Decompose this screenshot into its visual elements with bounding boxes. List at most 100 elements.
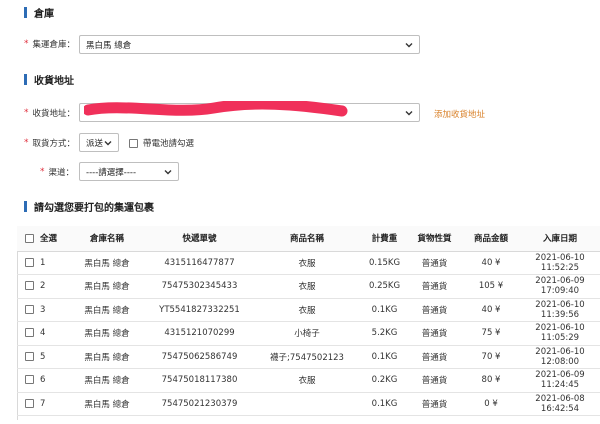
cell-amount: 80 ¥ xyxy=(462,368,520,393)
chevron-down-icon xyxy=(404,108,414,118)
column-header-warehouse: 倉庫名稱 xyxy=(67,226,147,252)
column-header-date: 入庫日期 xyxy=(520,226,600,252)
required-marker: * xyxy=(24,108,29,118)
row-select-cell[interactable]: 6 xyxy=(17,368,67,393)
cell-nature: 普通貨 xyxy=(407,321,462,346)
warehouse-section-title: 倉庫 xyxy=(24,5,54,20)
row-checkbox[interactable] xyxy=(25,304,34,314)
select-all-label: 全選 xyxy=(40,234,58,245)
packages-table-body: 1 黑白馬 總倉 4315116477877 衣服 0.15KG 普通貨 40 ¥2021-… xyxy=(17,251,600,416)
cell-nature: 普通貨 xyxy=(407,274,462,299)
cell-warehouse: 黑白馬 總倉 xyxy=(67,251,147,275)
cell-date: 2021-06-09 17:09:40 xyxy=(520,274,600,299)
cell-date: 2021-06-10 11:05:29 xyxy=(520,321,600,346)
packages-table: 全選 倉庫名稱 快遞單號 商品名稱 計費重 貨物性質 商品金額 入庫日期 1 黑白… xyxy=(17,226,600,416)
table-row[interactable]: 1 黑白馬 總倉 4315116477877 衣服 0.15KG 普通貨 40 ¥2021-… xyxy=(17,251,600,275)
channel-field-label: 渠道： xyxy=(48,168,75,178)
row-checkbox[interactable] xyxy=(25,257,34,267)
pickup-field-label: 取貨方式： xyxy=(32,139,76,149)
cell-weight: 0.2KG xyxy=(362,368,407,393)
column-header-nature: 貨物性質 xyxy=(407,226,462,252)
cell-weight: 0.25KG xyxy=(362,274,407,299)
row-select-cell[interactable]: 7 xyxy=(17,392,67,416)
pickup-method-select[interactable]: 派送 xyxy=(79,133,119,152)
cell-tracking: 4315116477877 xyxy=(147,251,252,275)
battery-checkbox[interactable] xyxy=(129,138,138,148)
cell-nature: 普通貨 xyxy=(407,251,462,275)
cell-date: 2021-06-08 16:42:54 xyxy=(520,392,600,416)
column-header-product: 商品名稱 xyxy=(252,226,362,252)
cell-warehouse: 黑白馬 總倉 xyxy=(67,298,147,322)
row-select-cell[interactable]: 3 xyxy=(17,298,67,322)
cell-tracking: YT5541827332251 xyxy=(147,298,252,322)
cell-date: 2021-06-10 12:08:00 xyxy=(520,345,600,369)
table-row[interactable]: 2 黑白馬 總倉 75475302345433 衣服 0.25KG 普通貨 105 ¥202… xyxy=(17,274,600,299)
cell-amount: 75 ¥ xyxy=(462,321,520,346)
cell-date: 2021-06-10 11:52:25 xyxy=(520,251,600,275)
address-section-label: 收貨地址 xyxy=(34,76,74,87)
cell-tracking: 4315121070299 xyxy=(147,321,252,346)
redaction-scribble xyxy=(84,101,348,117)
address-field-row: * 收貨地址： xyxy=(24,107,75,119)
cell-nature: 普通貨 xyxy=(407,368,462,393)
row-checkbox[interactable] xyxy=(25,328,34,338)
chevron-down-icon xyxy=(103,138,113,148)
battery-checkbox-label: 帶電池請勾選 xyxy=(143,139,195,149)
column-header-amount: 商品金額 xyxy=(462,226,520,252)
row-number: 3 xyxy=(40,304,46,315)
section-accent-bar xyxy=(24,201,27,212)
required-marker: * xyxy=(40,167,45,177)
row-checkbox[interactable] xyxy=(25,375,34,385)
row-select-cell[interactable]: 1 xyxy=(17,251,67,275)
cell-date: 2021-06-10 11:39:56 xyxy=(520,298,600,322)
section-accent-bar xyxy=(24,74,27,85)
warehouse-select-value: 黑白馬 總倉 xyxy=(86,40,132,51)
cell-warehouse: 黑白馬 總倉 xyxy=(67,321,147,346)
packages-section-label: 請勾選您要打包的集運包裹 xyxy=(34,203,154,214)
channel-select[interactable]: ----請選擇---- xyxy=(79,162,179,181)
cell-product xyxy=(252,392,362,416)
row-checkbox[interactable] xyxy=(25,281,34,291)
cell-nature: 普通貨 xyxy=(407,392,462,416)
chevron-down-icon xyxy=(163,167,173,177)
cell-warehouse: 黑白馬 總倉 xyxy=(67,274,147,299)
row-number: 4 xyxy=(40,328,46,339)
cell-product: 衣服 xyxy=(252,251,362,275)
cell-warehouse: 黑白馬 總倉 xyxy=(67,345,147,369)
required-marker: * xyxy=(24,138,29,148)
cell-tracking: 75475018117380 xyxy=(147,368,252,393)
channel-select-value: ----請選擇---- xyxy=(86,167,137,178)
table-row[interactable]: 3 黑白馬 總倉 YT5541827332251 衣服 0.1KG 普通貨 40 ¥2021… xyxy=(17,298,600,322)
channel-field-row: * 渠道： xyxy=(40,166,74,178)
table-row[interactable]: 7 黑白馬 總倉 75475021230379 0.1KG 普通貨 0 ¥2021-06-… xyxy=(17,392,600,416)
pickup-field-row: * 取貨方式： xyxy=(24,137,75,149)
address-field-label: 收貨地址： xyxy=(32,109,76,119)
table-row[interactable]: 4 黑白馬 總倉 4315121070299 小椅子 5.2KG 普通貨 75 ¥2021-… xyxy=(17,321,600,346)
select-all-checkbox[interactable] xyxy=(25,234,34,244)
cell-amount: 105 ¥ xyxy=(462,274,520,299)
cell-warehouse: 黑白馬 總倉 xyxy=(67,392,147,416)
cell-weight: 0.1KG xyxy=(362,392,407,416)
warehouse-field-row: * 集運倉庫： xyxy=(24,38,75,50)
cell-amount: 70 ¥ xyxy=(462,345,520,369)
column-header-tracking: 快遞單號 xyxy=(147,226,252,252)
cell-date: 2021-06-09 11:24:45 xyxy=(520,368,600,393)
cell-product: 衣服 xyxy=(252,298,362,322)
warehouse-select[interactable]: 黑白馬 總倉 xyxy=(79,35,420,54)
row-checkbox[interactable] xyxy=(25,398,34,408)
add-address-link[interactable]: 添加收貨地址 xyxy=(434,108,485,120)
column-header-weight: 計費重 xyxy=(362,226,407,252)
table-row[interactable]: 6 黑白馬 總倉 75475018117380 衣服 0.2KG 普通貨 80 ¥2021-… xyxy=(17,368,600,393)
row-select-cell[interactable]: 2 xyxy=(17,274,67,299)
cell-tracking: 75475302345433 xyxy=(147,274,252,299)
row-select-cell[interactable]: 4 xyxy=(17,321,67,346)
cell-tracking: 75475021230379 xyxy=(147,392,252,416)
table-row[interactable]: 5 黑白馬 總倉 75475062586749 襪子;7547502123 0.1KG 普… xyxy=(17,345,600,369)
cell-weight: 5.2KG xyxy=(362,321,407,346)
row-number: 2 xyxy=(40,281,46,292)
select-all-header[interactable]: 全選 xyxy=(17,226,67,252)
row-select-cell[interactable]: 5 xyxy=(17,345,67,369)
packages-section-title: 請勾選您要打包的集運包裹 xyxy=(24,199,154,214)
cell-product: 小椅子 xyxy=(252,321,362,346)
row-checkbox[interactable] xyxy=(25,351,34,361)
